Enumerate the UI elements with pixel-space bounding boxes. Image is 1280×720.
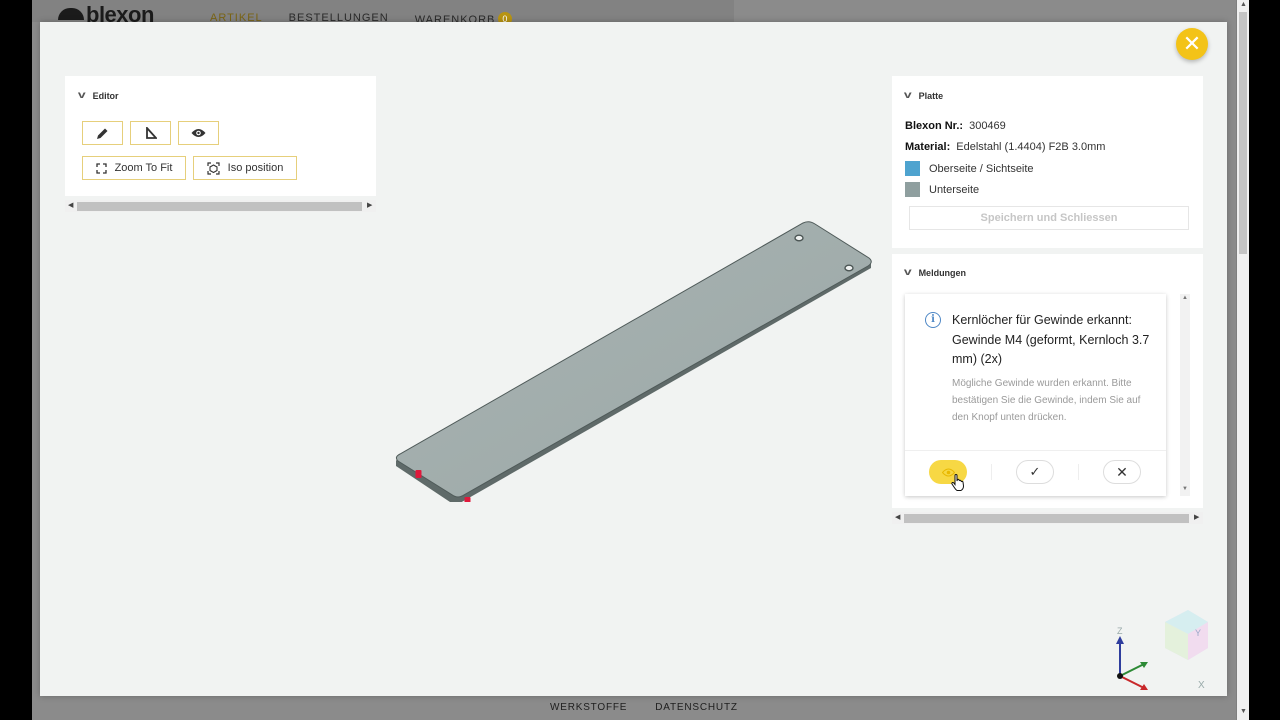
y-axis-line (1119, 663, 1145, 677)
material-value: Edelstahl (1.4404) F2B 3.0mm (956, 141, 1106, 153)
axis-z-label: Z (1117, 626, 1123, 636)
save-and-close-button[interactable]: Speichern und Schliessen (909, 206, 1189, 230)
reject-icon: ✕ (1116, 463, 1128, 480)
right-panel-scrollbar-thumb[interactable] (904, 514, 1189, 523)
page-scrollbar[interactable]: ▲ ▼ (1237, 0, 1249, 720)
axis-x-label: X (1198, 680, 1205, 690)
scroll-up-arrow[interactable]: ▲ (1182, 295, 1188, 301)
bottom-side-color-swatch (905, 182, 920, 197)
blexon-nr-label: Blexon Nr.: (905, 120, 964, 132)
iso-view-icon (207, 161, 220, 175)
thread-hole-marker[interactable] (415, 470, 422, 478)
close-button[interactable]: ✕ (1176, 28, 1208, 60)
chevron-down-icon: v (903, 267, 912, 278)
scroll-right-arrow[interactable]: ▶ (367, 201, 372, 209)
editor-header[interactable]: v Editor (77, 90, 119, 101)
meldungen-title: Meldungen (918, 267, 967, 278)
message-card: i Kernlöcher für Gewinde erkannt: Gewind… (905, 294, 1166, 496)
top-side-label: Oberseite / Sichtseite (929, 162, 1034, 175)
meldungen-header[interactable]: v Meldungen (903, 267, 967, 278)
meldungen-panel: v Meldungen i Kernlöcher für Gewinde erk… (892, 254, 1203, 508)
message-body: Mögliche Gewinde wurden erkannt. Bitte b… (952, 378, 1141, 423)
part-editor-modal: ✕ v Editor Zoom To Fit Iso position ◀ ▶ (40, 22, 1227, 696)
reject-threads-button[interactable]: ✕ (1103, 460, 1141, 484)
screen-border-left (0, 0, 32, 720)
scroll-left-arrow[interactable]: ◀ (895, 513, 900, 521)
platte-header[interactable]: v Platte (903, 90, 944, 101)
material-label: Material: (905, 141, 951, 153)
material-row: Material: Edelstahl (1.4404) F2B 3.0mm (905, 141, 1105, 153)
x-axis-line (1119, 675, 1145, 689)
plate-hole (844, 264, 854, 272)
set-square-icon (145, 127, 157, 139)
chevron-down-icon: v (903, 90, 912, 101)
right-panel-scrollbar[interactable]: ◀ ▶ (892, 512, 1203, 524)
screen-border-right (1249, 0, 1280, 720)
action-divider (1078, 464, 1079, 480)
plate-hole (794, 234, 804, 242)
confirm-threads-button[interactable]: ✓ (1016, 460, 1054, 484)
platte-panel: v Platte Blexon Nr.: 300469 Material: Edel… (892, 76, 1203, 248)
site-footer: WERKSTOFFE DATENSCHUTZ (550, 702, 738, 713)
messages-scrollbar[interactable]: ▲ ▼ (1180, 294, 1190, 496)
editor-panel: v Editor Zoom To Fit Iso position (65, 76, 376, 196)
view-tool-button[interactable] (178, 121, 219, 145)
message-divider (905, 450, 1166, 451)
zoom-to-fit-button[interactable]: Zoom To Fit (82, 156, 186, 180)
logo-mark (58, 8, 84, 20)
fit-screen-icon (95, 162, 107, 174)
info-icon: i (925, 312, 941, 328)
scroll-down-arrow[interactable]: ▼ (1182, 486, 1188, 492)
footer-werkstoffe[interactable]: WERKSTOFFE (550, 702, 627, 713)
iso-position-button[interactable]: Iso position (193, 156, 297, 180)
hand-cursor-icon (951, 474, 965, 491)
top-side-color-swatch (905, 161, 920, 176)
blexon-nr-row: Blexon Nr.: 300469 (905, 120, 1006, 132)
thread-hole-marker[interactable] (464, 497, 471, 502)
scroll-right-arrow[interactable]: ▶ (1194, 513, 1199, 521)
scroll-up-arrow[interactable]: ▲ (1240, 1, 1247, 8)
action-divider (991, 464, 992, 480)
editor-scrollbar-thumb[interactable] (77, 202, 362, 211)
3d-viewport[interactable] (390, 202, 880, 502)
site-logo: blexon (58, 4, 154, 22)
axis-origin (1117, 673, 1123, 679)
side-legend-bottom: Unterseite (905, 182, 979, 197)
page-scrollbar-thumb[interactable] (1239, 12, 1247, 254)
platte-title: Platte (918, 90, 944, 101)
axis-y-label: Y (1195, 628, 1201, 638)
orientation-gizmo[interactable]: Y Z X (1110, 600, 1220, 690)
editor-title: Editor (92, 90, 119, 101)
measure-tool-button[interactable] (130, 121, 171, 145)
scroll-down-arrow[interactable]: ▼ (1240, 708, 1247, 715)
eye-icon (191, 129, 206, 137)
chevron-down-icon: v (77, 90, 86, 101)
message-title: Kernlöcher für Gewinde erkannt: Gewinde … (952, 313, 1150, 366)
scroll-left-arrow[interactable]: ◀ (68, 201, 73, 209)
blexon-nr-value: 300469 (969, 120, 1006, 132)
editor-scrollbar[interactable]: ◀ ▶ (65, 200, 376, 212)
pencil-icon (97, 128, 108, 139)
zoom-to-fit-label: Zoom To Fit (114, 162, 173, 174)
z-axis-arrow (1116, 636, 1124, 644)
plate-part[interactable] (395, 221, 872, 498)
side-legend-top: Oberseite / Sichtseite (905, 161, 1034, 176)
logo-text: blexon (86, 4, 154, 22)
close-icon: ✕ (1182, 31, 1202, 56)
bottom-side-label: Unterseite (929, 183, 980, 196)
iso-position-label: Iso position (227, 162, 284, 174)
edit-tool-button[interactable] (82, 121, 123, 145)
footer-datenschutz[interactable]: DATENSCHUTZ (655, 702, 738, 713)
check-icon: ✓ (1029, 464, 1041, 479)
